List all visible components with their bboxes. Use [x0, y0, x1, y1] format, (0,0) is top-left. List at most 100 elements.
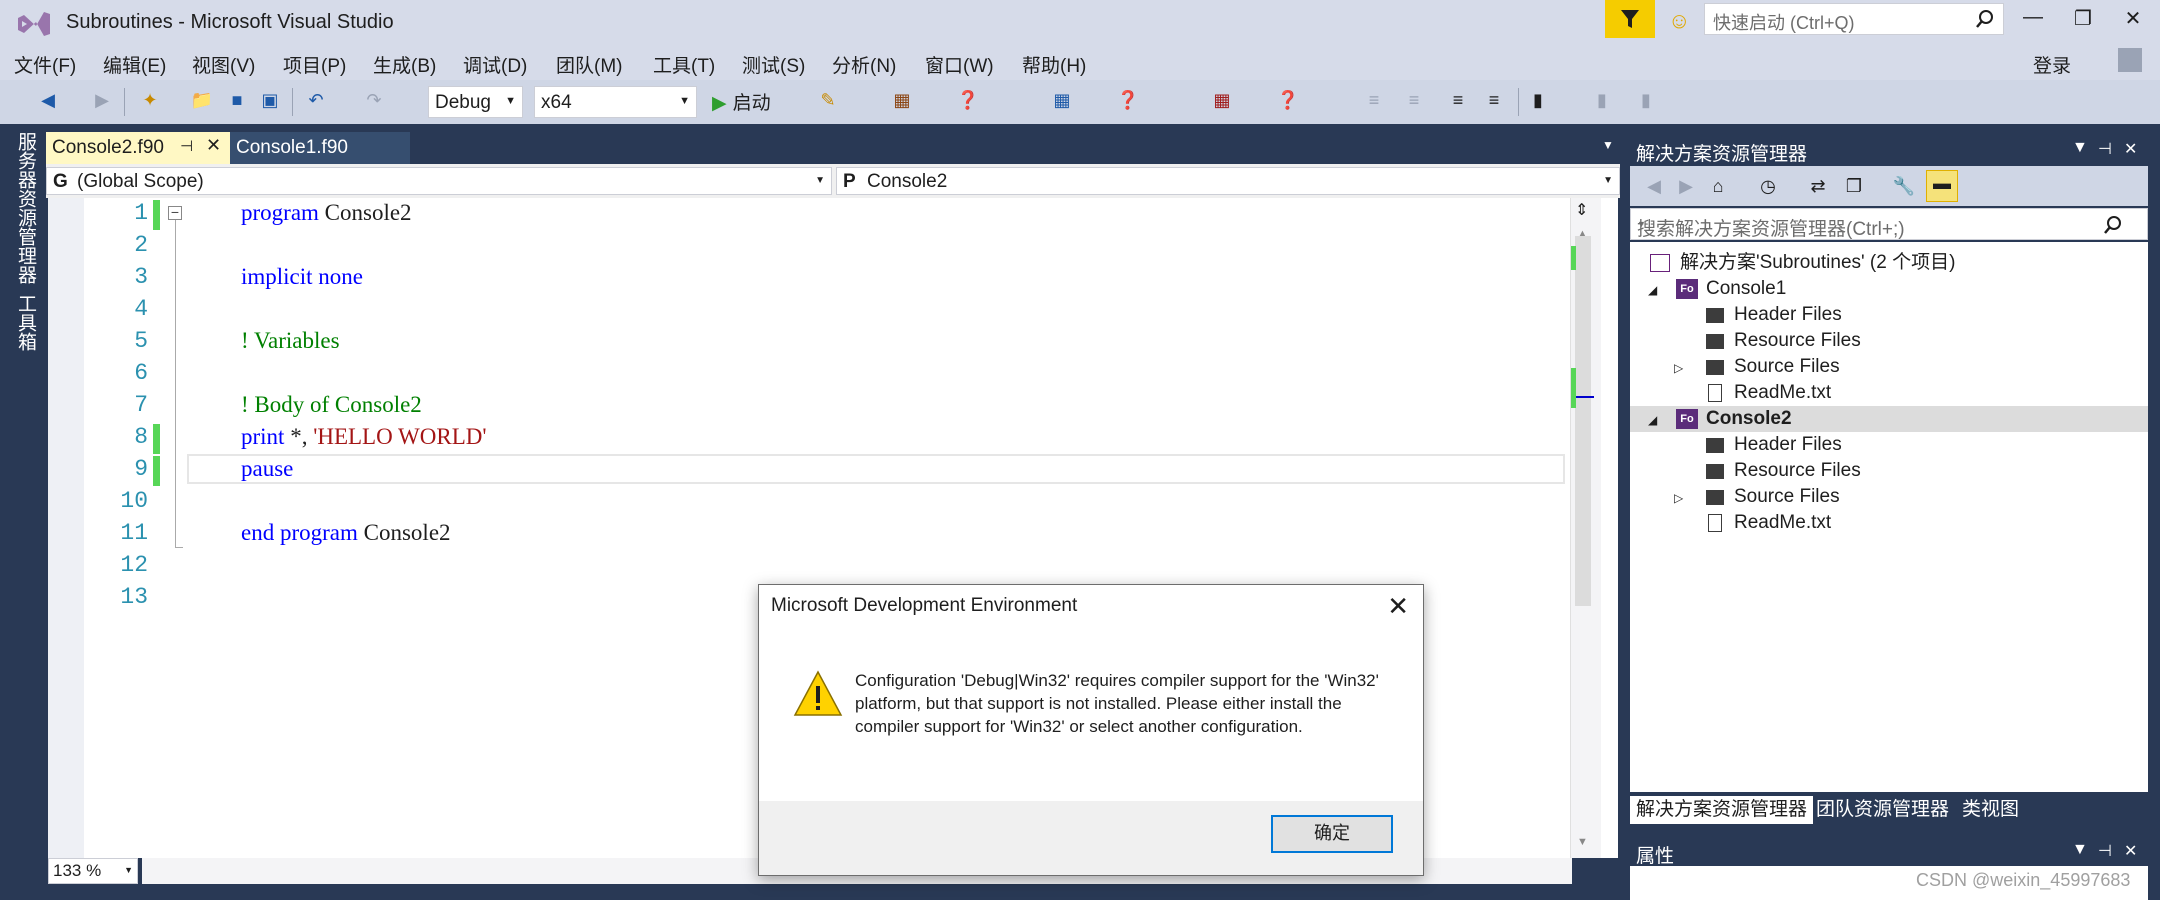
advisor-icon[interactable]: ▦	[1210, 88, 1234, 112]
properties-wrench-icon[interactable]: 🔧	[1892, 174, 1916, 198]
pin-icon[interactable]: ⊣	[2098, 841, 2112, 861]
home-icon[interactable]: ⌂	[1706, 174, 1730, 198]
outdent-icon[interactable]: ≡	[1482, 88, 1506, 112]
ok-button[interactable]: 确定	[1271, 815, 1393, 853]
tab-overflow-icon[interactable]: ▼	[1602, 138, 1614, 152]
attach-icon[interactable]: ✎	[816, 88, 840, 112]
expanded-triangle-icon[interactable]: ◢	[1648, 277, 1657, 303]
new-project-icon[interactable]: ✦	[138, 88, 162, 112]
window-options-icon[interactable]: ▼	[2072, 139, 2088, 157]
pin-icon[interactable]: ⊣	[2098, 139, 2112, 159]
keyword-implicit-none: implicit none	[241, 264, 364, 289]
expanded-triangle-icon[interactable]: ◢	[1648, 407, 1657, 433]
collapse-outline-icon[interactable]: −	[168, 205, 182, 220]
menu-team[interactable]: 团队(M)	[556, 51, 622, 78]
toolbox-tab[interactable]: 工具箱	[12, 294, 39, 351]
preview-selected-icon[interactable]: ▬	[1926, 170, 1958, 202]
start-label: 启动	[732, 93, 771, 114]
bookmark-icon[interactable]: ▮	[1526, 88, 1550, 112]
start-debugging-button[interactable]: ▶ 启动	[712, 88, 771, 115]
scope-dropdown[interactable]: G (Global Scope) ▼	[46, 167, 832, 195]
undo-icon[interactable]: ↶	[304, 88, 328, 112]
project-node-console1[interactable]: ◢ Fo Console1	[1630, 276, 2148, 302]
tab-solution-explorer[interactable]: 解决方案资源管理器	[1630, 796, 1814, 824]
menu-edit[interactable]: 编辑(E)	[103, 51, 166, 78]
clear-bookmarks-icon[interactable]: ▮	[1634, 88, 1658, 112]
uncomment-icon[interactable]: ≡	[1402, 88, 1426, 112]
menu-debug[interactable]: 调试(D)	[463, 51, 527, 78]
menu-help[interactable]: 帮助(H)	[1022, 51, 1086, 78]
user-avatar-icon[interactable]	[2118, 48, 2142, 72]
sign-in-link[interactable]: 登录	[2033, 51, 2071, 78]
folder-icon	[1706, 464, 1724, 479]
folder-label: Resource Files	[1734, 460, 1861, 481]
close-icon[interactable]: ✕	[2124, 139, 2137, 159]
redo-icon[interactable]: ↷	[362, 88, 386, 112]
menu-build[interactable]: 生成(B)	[373, 51, 436, 78]
feedback-filter-button[interactable]	[1605, 0, 1655, 38]
save-icon[interactable]: ■	[225, 88, 249, 112]
menu-file[interactable]: 文件(F)	[14, 51, 76, 78]
menu-project[interactable]: 项目(P)	[283, 51, 346, 78]
dialog-close-button[interactable]: ✕	[1387, 591, 1409, 622]
collapse-all-icon[interactable]: ❐	[1842, 174, 1866, 198]
line-number: 8	[134, 424, 148, 450]
sync-icon[interactable]: ⇄	[1806, 174, 1830, 198]
code-line-7: ! Body of Console2	[241, 392, 422, 418]
analyze-icon[interactable]: ▦	[890, 88, 914, 112]
tab-console1-f90[interactable]: Console1.f90	[230, 132, 410, 164]
tab-team-explorer[interactable]: 团队资源管理器	[1810, 796, 1955, 824]
folder-icon	[1706, 490, 1724, 505]
comment-body: ! Body of Console2	[241, 392, 422, 417]
close-window-button[interactable]: ✕	[2116, 6, 2150, 31]
collapsed-triangle-icon[interactable]: ▷	[1674, 485, 1683, 511]
minimize-button[interactable]: —	[2016, 6, 2050, 29]
pin-icon[interactable]: ⊣	[180, 137, 193, 155]
inspector-icon[interactable]: ▦	[1050, 88, 1074, 112]
close-icon[interactable]: ✕	[2124, 841, 2137, 861]
close-tab-icon[interactable]: ✕	[206, 135, 221, 156]
navigation-bar: G (Global Scope) ▼ P Console2 ▼	[46, 164, 1620, 198]
pending-changes-filter-icon[interactable]: ◷	[1756, 174, 1780, 198]
server-explorer-tab[interactable]: 服务器资源管理器	[12, 132, 39, 284]
indent-icon[interactable]: ≡	[1446, 88, 1470, 112]
comment-icon[interactable]: ≡	[1362, 88, 1386, 112]
procedure-dropdown[interactable]: P Console2 ▼	[836, 167, 1620, 195]
menu-analyze[interactable]: 分析(N)	[832, 51, 896, 78]
restore-button[interactable]: ❐	[2066, 6, 2100, 31]
help-icon[interactable]: ❓	[1116, 88, 1140, 112]
menu-view[interactable]: 视图(V)	[192, 51, 255, 78]
platform-value: x64	[541, 92, 572, 113]
menu-test[interactable]: 测试(S)	[742, 51, 805, 78]
menu-tools[interactable]: 工具(T)	[653, 51, 715, 78]
solution-platform-dropdown[interactable]: x64 ▼	[534, 86, 697, 118]
back-icon[interactable]: ◀	[1642, 174, 1666, 198]
help-icon[interactable]: ❓	[1276, 88, 1300, 112]
forward-icon[interactable]: ▶	[1674, 174, 1698, 198]
tab-console2-f90[interactable]: Console2.f90 ⊣ ✕	[46, 132, 254, 164]
scroll-down-icon[interactable]: ▼	[1577, 836, 1588, 848]
menu-window[interactable]: 窗口(W)	[925, 51, 994, 78]
window-options-icon[interactable]: ▼	[2072, 841, 2088, 859]
help-icon[interactable]: ❓	[956, 88, 980, 112]
line-number: 5	[134, 328, 148, 354]
open-file-icon[interactable]: 📁	[190, 88, 214, 112]
project-node-console2[interactable]: ◢ Fo Console2	[1630, 406, 2148, 432]
tab-label: Console1.f90	[236, 137, 348, 158]
solution-configuration-dropdown[interactable]: Debug ▼	[428, 86, 523, 118]
zoom-level-dropdown[interactable]: 133 % ▼	[48, 858, 138, 884]
collapsed-triangle-icon[interactable]: ▷	[1674, 355, 1683, 381]
save-all-icon[interactable]: ▣	[258, 88, 282, 112]
project-label: Console2	[1706, 408, 1792, 429]
navigate-back-icon[interactable]: ◀	[36, 88, 60, 112]
chevron-down-icon: ▼	[1637, 219, 1646, 229]
solution-explorer-search[interactable]: 搜索解决方案资源管理器(Ctrl+;) ▼	[1630, 208, 2148, 240]
scrollbar-thumb[interactable]	[1575, 236, 1591, 606]
feedback-smile-icon[interactable]: ☺	[1668, 8, 1690, 34]
prev-bookmark-icon[interactable]: ▮	[1590, 88, 1614, 112]
quick-launch-input[interactable]: 快速启动 (Ctrl+Q)	[1704, 3, 2004, 35]
tab-class-view[interactable]: 类视图	[1956, 796, 2025, 824]
solution-explorer-title: 解决方案资源管理器	[1636, 144, 1808, 165]
navigate-forward-icon[interactable]: ▶	[90, 88, 114, 112]
split-editor-icon[interactable]: ⇕	[1575, 200, 1588, 220]
